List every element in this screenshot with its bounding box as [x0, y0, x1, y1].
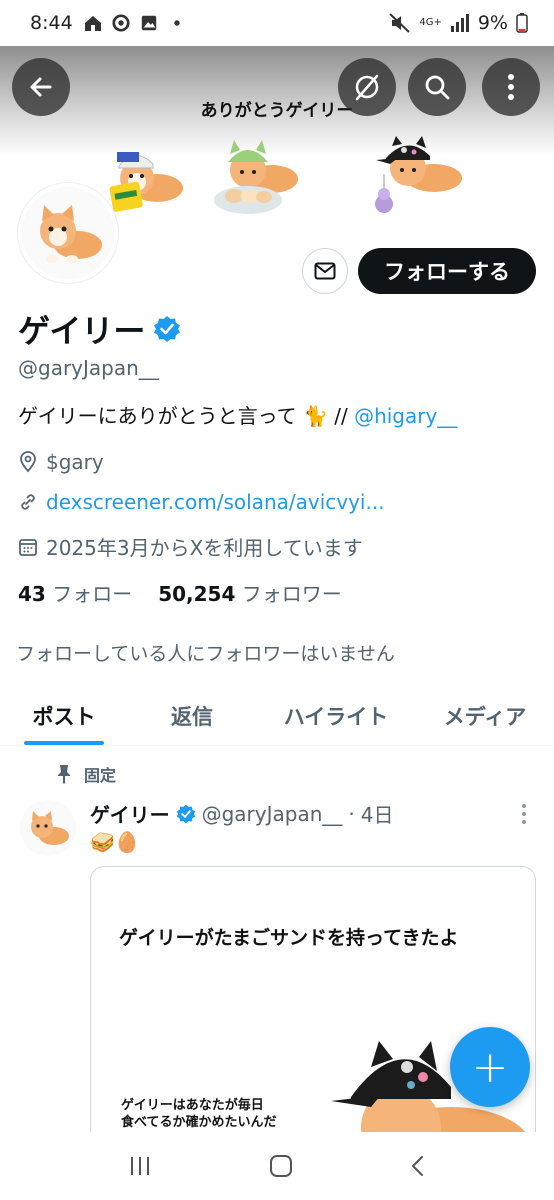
dot-icon	[173, 20, 180, 26]
following-link[interactable]: 43 フォロー	[18, 578, 132, 607]
mail-icon	[314, 262, 336, 280]
follow-counts: 43 フォロー 50,254 フォロワー	[18, 578, 342, 607]
status-time: 8:44	[30, 12, 73, 34]
pinned-label: 固定	[84, 766, 117, 785]
banner-text: ありがとうゲイリー	[200, 101, 354, 121]
post-header: ゲイリー @garyJapan__ · 4日	[90, 799, 394, 828]
tab-highlights[interactable]: ハイライト	[256, 686, 416, 745]
grok-button[interactable]	[338, 58, 396, 116]
active-tab-indicator	[24, 741, 104, 745]
followers-label: フォロワー	[241, 582, 342, 606]
kitten-avatar-image	[22, 187, 114, 279]
followers-link[interactable]: 50,254 フォロワー	[158, 578, 342, 607]
card-subtitle-line-1: ゲイリーはあなたが毎日	[121, 1098, 264, 1113]
back-nav-icon[interactable]	[410, 1154, 426, 1178]
profile-tabs: ポスト 返信 ハイライト メディア	[0, 686, 554, 746]
post-time[interactable]: 4日	[361, 799, 394, 828]
back-arrow-icon	[30, 77, 52, 97]
website-link[interactable]: dexscreener.com/solana/avicvyi...	[46, 490, 385, 514]
more-vertical-icon	[508, 74, 514, 100]
recents-icon[interactable]	[128, 1155, 152, 1177]
follow-button[interactable]: フォローする	[358, 248, 536, 294]
gallery-icon	[141, 15, 156, 31]
bio-text: ゲイリーにありがとうと言って 🐈 //	[18, 404, 355, 428]
more-button[interactable]	[482, 58, 540, 116]
kitten-with-hat-image	[214, 140, 298, 214]
card-subtitle: ゲイリーはあなたが毎日 食べてるか確かめたいんだ	[121, 1097, 276, 1131]
tab-posts-label: ポスト	[32, 704, 96, 729]
bio-mention-link[interactable]: @higary__	[354, 404, 457, 428]
tab-replies-label: 返信	[171, 704, 213, 729]
post-author-avatar[interactable]	[20, 800, 76, 856]
android-nav-bar	[0, 1132, 554, 1200]
tab-replies[interactable]: 返信	[128, 686, 256, 745]
kitten-avatar-image	[20, 800, 76, 856]
message-button[interactable]	[302, 248, 348, 294]
location-pin-icon	[20, 451, 36, 473]
status-bar: 8:44 4G+ 9%	[0, 0, 554, 46]
post-media-card[interactable]: ゲイリーがたまごサンドを持ってきたよ ゲイリーはあなたが毎日 食べてるか確かめた…	[90, 866, 536, 1156]
plus-icon: +	[471, 1041, 509, 1093]
joined-text: 2025年3月からXを利用しています	[46, 536, 363, 560]
profile-name-text: ゲイリー	[18, 312, 146, 350]
profile-handle: @garyJapan__	[18, 356, 159, 380]
mutual-followers-note: フォローしている人にフォロワーはいません	[16, 643, 395, 665]
post-text: 🥪🥚	[90, 830, 140, 854]
post-more-icon[interactable]	[518, 802, 530, 826]
card-title: ゲイリーがたまごサンドを持ってきたよ	[119, 927, 459, 949]
post-author-handle[interactable]: @garyJapan__	[202, 802, 343, 826]
verified-badge-icon	[176, 804, 195, 823]
profile-name: ゲイリー	[18, 306, 181, 352]
tab-media-label: メディア	[443, 704, 527, 729]
battery-icon	[516, 13, 528, 33]
status-right: 4G+ 9%	[389, 12, 528, 34]
back-button[interactable]	[12, 58, 70, 116]
signal-icon	[450, 14, 469, 32]
tab-media[interactable]: メディア	[416, 686, 554, 745]
followers-count: 50,254	[158, 582, 236, 606]
home-icon	[84, 16, 101, 31]
calendar-icon	[19, 538, 37, 556]
profile-location: $gary	[18, 450, 104, 474]
network-type: 4G+	[419, 17, 442, 28]
link-icon	[21, 494, 35, 510]
search-icon	[425, 75, 450, 100]
home-nav-icon[interactable]	[268, 1154, 294, 1178]
profile-avatar[interactable]	[18, 183, 118, 283]
slash-circle-icon	[355, 74, 379, 101]
post-author-name[interactable]: ゲイリー	[90, 799, 170, 828]
profile-joined: 2025年3月からXを利用しています	[18, 532, 363, 561]
battery-percent: 9%	[477, 12, 508, 34]
post-separator: ·	[348, 801, 355, 826]
profile-website: dexscreener.com/solana/avicvyi...	[18, 490, 385, 514]
compose-post-button[interactable]: +	[450, 1027, 530, 1107]
following-label: フォロー	[52, 582, 133, 606]
pin-icon	[58, 765, 70, 784]
search-button[interactable]	[408, 58, 466, 116]
chrome-icon	[112, 14, 130, 32]
tab-posts[interactable]: ポスト	[0, 686, 128, 745]
kitten-with-black-cap-image	[375, 136, 462, 213]
mute-icon	[389, 13, 411, 33]
tab-highlights-label: ハイライト	[283, 704, 389, 729]
location-text: $gary	[46, 450, 104, 474]
card-subtitle-line-2: 食べてるか確かめたいんだ	[121, 1115, 277, 1130]
verified-badge-icon[interactable]	[153, 315, 181, 343]
following-count: 43	[18, 582, 46, 606]
pinned-indicator: 固定	[56, 762, 116, 786]
profile-bio: ゲイリーにありがとうと言って 🐈 // @higary__	[18, 400, 457, 429]
kitten-with-cap-image	[109, 152, 183, 212]
